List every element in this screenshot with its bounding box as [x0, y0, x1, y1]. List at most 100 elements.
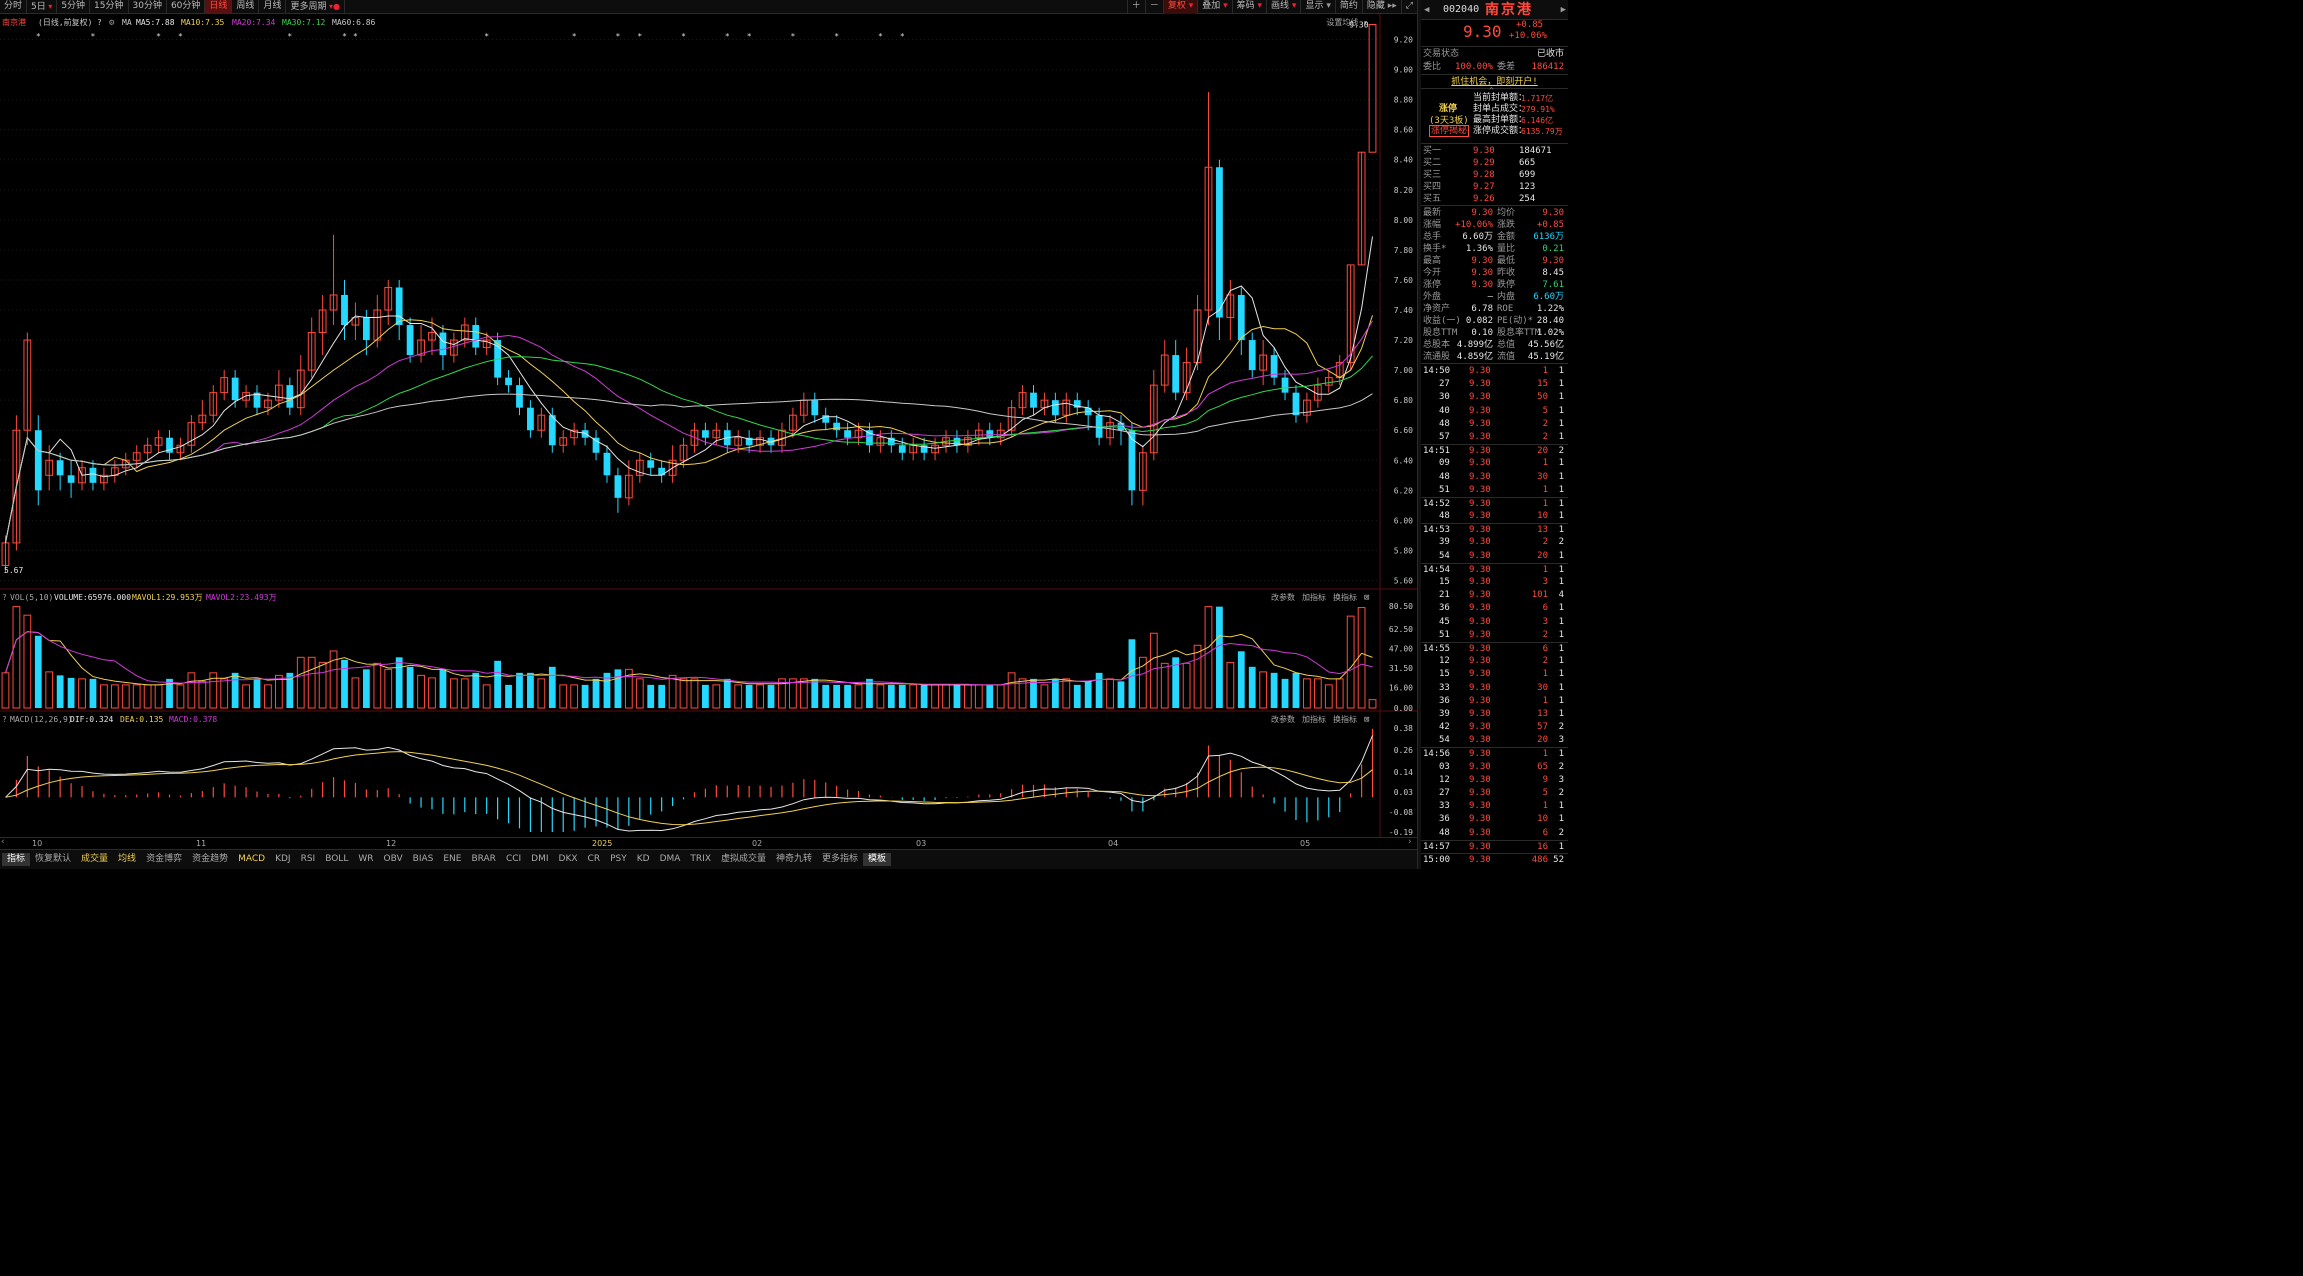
event-marker-icon[interactable]: * — [572, 32, 577, 41]
close-icon[interactable]: ⊠ — [1364, 593, 1369, 603]
help-icon[interactable]: ? — [97, 18, 102, 27]
indicator-tab[interactable]: RSI — [296, 853, 321, 866]
volume-chart[interactable]: 80.50 62.50 47.00 31.50 16.00 0.00 VOL(5,10) VO… — [0, 590, 1417, 712]
buy-level-row[interactable]: 买五 9.26 254 — [1421, 193, 1568, 205]
indicator-tab[interactable]: CCI — [501, 853, 526, 866]
indicator-tab[interactable]: CR — [583, 853, 606, 866]
fullscreen-icon[interactable]: ⤢ — [1400, 0, 1417, 14]
indicator-action-button[interactable]: 加指标 — [1302, 714, 1326, 724]
event-marker-icon[interactable]: * — [878, 32, 883, 41]
tool-button[interactable]: 画线 ▾ — [1266, 0, 1300, 14]
tick-price: 9.30 — [1469, 603, 1491, 614]
indicator-action-button[interactable]: 改参数 — [1271, 714, 1295, 724]
indicator-tab[interactable]: DMI — [526, 853, 553, 866]
indicator-tab[interactable]: 资金趋势 — [187, 853, 233, 866]
indicator-action-button[interactable]: 换指标 — [1333, 714, 1357, 724]
tool-button[interactable]: 复权 ▾ — [1162, 0, 1198, 14]
indicator-tab[interactable]: BRAR — [466, 853, 500, 866]
event-marker-icon[interactable]: * — [353, 32, 358, 41]
event-marker-icon[interactable]: * — [484, 32, 489, 41]
indicator-tab[interactable]: MACD — [233, 853, 270, 866]
indicator-tab[interactable]: DKX — [554, 853, 583, 866]
event-marker-icon[interactable]: * — [900, 32, 905, 41]
quote-stat-row: 流通股 4.859亿 流值 45.19亿 — [1421, 351, 1568, 363]
indicator-tab[interactable]: BOLL — [320, 853, 353, 866]
period-tab[interactable]: 周线 — [232, 0, 260, 14]
gear-icon[interactable]: ⚙ — [108, 18, 115, 28]
indicator-action-button[interactable]: 改参数 — [1271, 592, 1295, 602]
event-marker-icon[interactable]: * — [178, 32, 183, 41]
price-axis-label: 7.00 — [1394, 366, 1413, 375]
help-icon[interactable]: ? — [2, 593, 7, 602]
tool-button[interactable]: 隐藏 ▸▸ — [1361, 0, 1401, 14]
indicator-tab[interactable]: 指标 — [2, 853, 31, 866]
limit-up-reveal-button[interactable]: 涨停揭秘 — [1429, 125, 1470, 137]
zoom-in-icon[interactable]: ＋ — [1126, 0, 1145, 14]
buy-level-row[interactable]: 买三 9.28 699 — [1421, 169, 1568, 181]
volume-bar — [100, 684, 108, 709]
kline-chart[interactable]: 9.20 9.00 8.80 8.60 8.40 8.20 8.00 7.80 7.60 7.40… — [0, 14, 1417, 590]
quote-stat-value: +0.85 — [1536, 220, 1564, 230]
zoom-out-icon[interactable]: － — [1144, 0, 1163, 14]
event-marker-icon[interactable]: * — [681, 32, 686, 41]
tool-button[interactable]: 筹码 ▾ — [1231, 0, 1266, 14]
tool-button[interactable]: 简约 — [1334, 0, 1362, 14]
volume-bar — [318, 661, 327, 709]
indicator-tab[interactable]: 均线 — [113, 853, 141, 866]
scroll-left-icon[interactable]: ‹ — [1, 837, 5, 847]
tick-volume: 20 — [1537, 550, 1548, 561]
period-tab[interactable]: 15分钟 — [90, 0, 129, 14]
indicator-tab[interactable]: TRIX — [685, 853, 716, 866]
event-marker-icon[interactable]: * — [36, 32, 41, 41]
period-tab[interactable]: 5分钟 — [57, 0, 91, 14]
close-icon[interactable]: ⊠ — [1364, 715, 1369, 725]
tool-button[interactable]: 叠加 ▾ — [1197, 0, 1231, 14]
indicator-tab[interactable]: 资金博弈 — [141, 853, 187, 866]
indicator-tab[interactable]: KD — [632, 853, 655, 866]
period-tab[interactable]: 30分钟 — [129, 0, 167, 14]
indicator-action-button[interactable]: 加指标 — [1302, 592, 1326, 602]
indicator-tab[interactable]: 模板 — [863, 853, 892, 866]
event-marker-icon[interactable]: * — [342, 32, 347, 41]
indicator-tab[interactable]: DMA — [655, 853, 686, 866]
event-marker-icon[interactable]: * — [156, 32, 161, 41]
buy-level-row[interactable]: 买二 9.29 665 — [1421, 157, 1568, 169]
scroll-right-icon[interactable]: › — [1408, 837, 1412, 847]
indicator-tab[interactable]: ENE — [438, 853, 466, 866]
buy-level-row[interactable]: 买一 9.30 184671 — [1421, 145, 1568, 157]
period-tab[interactable]: 月线 — [259, 0, 287, 14]
indicator-tab[interactable]: 虚拟成交量 — [716, 853, 771, 866]
event-marker-icon[interactable]: * — [91, 32, 96, 41]
event-marker-icon[interactable]: * — [615, 32, 620, 41]
tool-button[interactable]: 显示 ▾ — [1300, 0, 1334, 14]
next-stock-icon[interactable]: ▶ — [1561, 0, 1566, 20]
macd-chart[interactable]: 0.38 0.26 0.14 0.03 -0.08 -0.19 MACD(12,26,9) D… — [0, 712, 1417, 837]
buy-level-row[interactable]: 买四 9.27 123 — [1421, 181, 1568, 193]
prev-stock-icon[interactable]: ◀ — [1424, 0, 1429, 20]
indicator-tab[interactable]: 恢复默认 — [30, 853, 76, 866]
event-marker-icon[interactable]: * — [287, 32, 292, 41]
event-marker-icon[interactable]: * — [834, 32, 839, 41]
event-marker-icon[interactable]: * — [747, 32, 752, 41]
indicator-tab[interactable]: KDJ — [270, 853, 296, 866]
indicator-tab[interactable]: 成交量 — [76, 853, 113, 866]
open-account-link[interactable]: 抓住机会，即刻开户! — [1451, 77, 1537, 87]
indicator-action-button[interactable]: 换指标 — [1333, 592, 1357, 602]
indicator-tab[interactable]: PSY — [605, 853, 632, 866]
event-marker-icon[interactable]: * — [725, 32, 730, 41]
indicator-tab[interactable]: BIAS — [408, 853, 439, 866]
indicator-tab[interactable]: OBV — [379, 853, 408, 866]
indicator-tab[interactable]: WR — [353, 853, 378, 866]
period-tab[interactable]: 日线 — [205, 0, 233, 14]
help-icon[interactable]: ? — [2, 715, 7, 724]
period-tab[interactable]: 分时 — [0, 0, 28, 14]
quote-panel: ◀ 002040 南京港 ▶ 9.30 +0.85 +10.06% 交易状态 已… — [1421, 0, 1568, 869]
period-tab[interactable]: 5日 ▾ — [27, 0, 58, 14]
period-tab[interactable]: 60分钟 — [167, 0, 206, 14]
period-tab[interactable]: 更多周期 ▾● — [286, 0, 346, 14]
event-marker-icon[interactable]: * — [790, 32, 795, 41]
tick-count: 1 — [1558, 708, 1564, 719]
indicator-tab[interactable]: 神奇九转 — [771, 853, 817, 866]
indicator-tab[interactable]: 更多指标 — [817, 853, 863, 866]
event-marker-icon[interactable]: * — [637, 32, 642, 41]
